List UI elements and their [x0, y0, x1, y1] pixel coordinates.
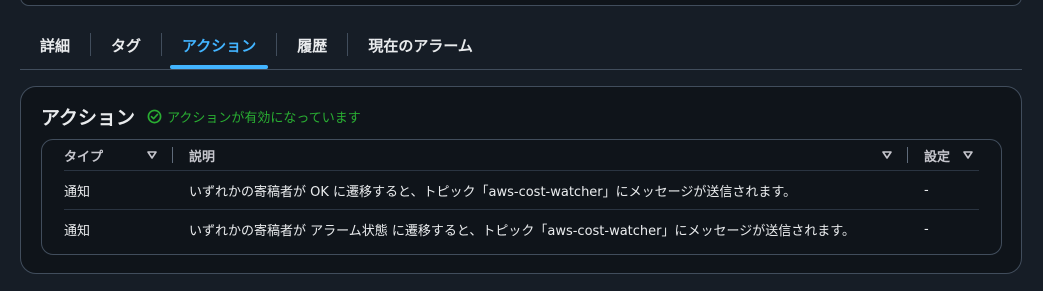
status-text: アクションが有効になっています [167, 111, 361, 126]
cell-config: - [924, 182, 929, 198]
tab-bar: 詳細 タグ アクション 履歴 現在のアラーム [20, 22, 1022, 70]
tab-details-label: 詳細 [40, 36, 71, 55]
column-header-type-label: タイプ [64, 149, 104, 165]
column-divider[interactable] [172, 147, 173, 163]
tab-details[interactable]: 詳細 [20, 22, 90, 68]
cell-type: 通知 [64, 184, 91, 200]
column-header-type[interactable]: タイプ [64, 140, 103, 170]
tab-current-alarms-label: 現在のアラーム [368, 36, 473, 55]
panel-header: アクション アクションが有効になっています [41, 103, 361, 130]
tab-history-label: 履歴 [297, 36, 328, 55]
check-circle-icon [147, 109, 162, 124]
tab-current-alarms[interactable]: 現在のアラーム [348, 22, 493, 68]
tab-history[interactable]: 履歴 [277, 22, 347, 68]
tab-actions[interactable]: アクション [162, 22, 276, 69]
cell-description: いずれかの寄稿者が アラーム状態 に遷移すると、トピック「aws-cost-wa… [189, 223, 855, 239]
status-indicator: アクションが有効になっています [147, 107, 361, 126]
actions-panel: アクション アクションが有効になっています タイプ 説明 設定 通知 いずれかの… [20, 86, 1022, 274]
column-header-config[interactable]: 設定 [924, 140, 950, 170]
table-row: 通知 いずれかの寄稿者が OK に遷移すると、トピック「aws-cost-wat… [42, 170, 1001, 210]
table-header: タイプ 説明 設定 [42, 140, 1001, 170]
tab-actions-label: アクション [182, 36, 257, 55]
tab-tags[interactable]: タグ [91, 22, 161, 68]
tab-tags-label: タグ [111, 36, 142, 55]
cell-config: - [924, 221, 929, 237]
cell-type: 通知 [64, 223, 91, 239]
column-header-description[interactable]: 説明 [189, 140, 215, 170]
actions-table: タイプ 説明 設定 通知 いずれかの寄稿者が OK に遷移すると、トピック「aw… [41, 139, 1002, 255]
top-container-edge [20, 0, 1022, 6]
column-header-description-label: 説明 [189, 149, 216, 165]
panel-title: アクション [41, 107, 136, 129]
cell-description: いずれかの寄稿者が OK に遷移すると、トピック「aws-cost-watche… [189, 184, 797, 200]
column-header-config-label: 設定 [924, 149, 951, 165]
sort-caret-icon[interactable] [881, 149, 893, 161]
sort-caret-icon[interactable] [146, 149, 158, 161]
column-divider[interactable] [907, 147, 908, 163]
sort-caret-icon[interactable] [962, 149, 974, 161]
table-row: 通知 いずれかの寄稿者が アラーム状態 に遷移すると、トピック「aws-cost… [42, 209, 1001, 249]
